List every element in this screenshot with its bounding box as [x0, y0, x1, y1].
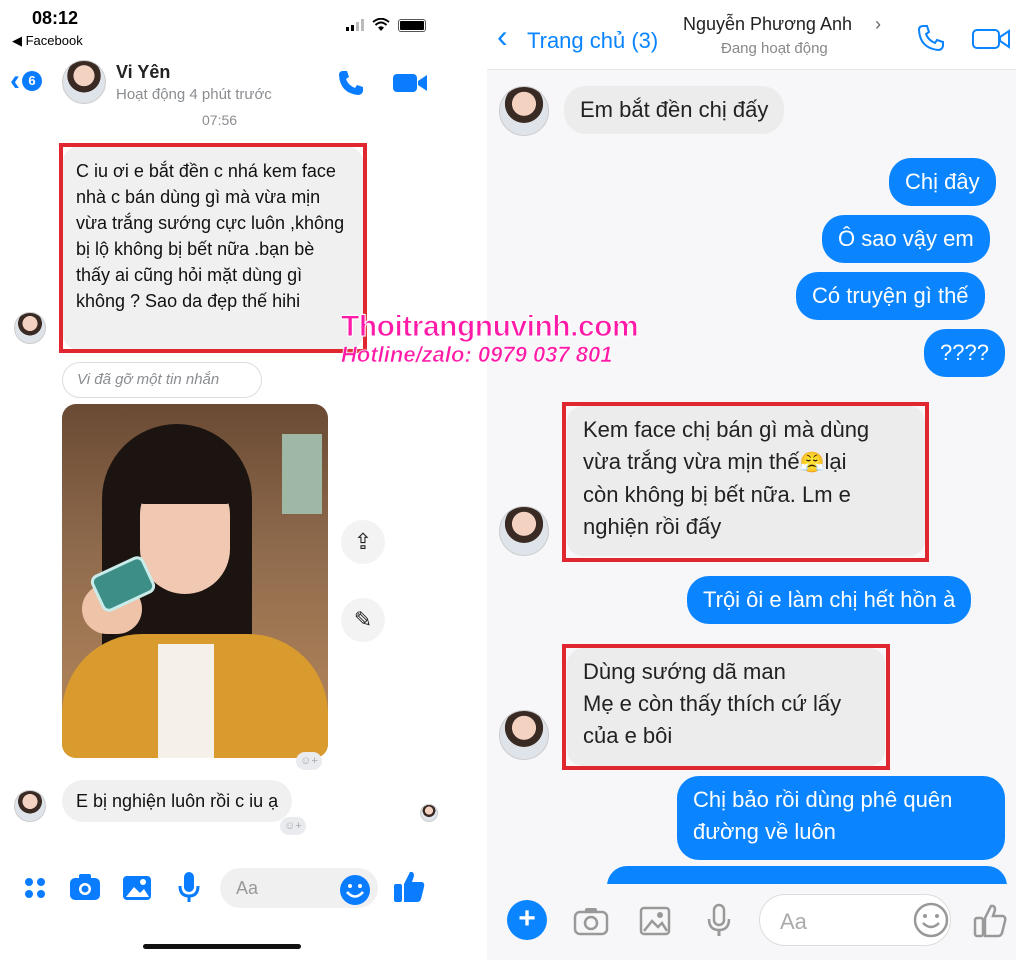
home-indicator: [143, 944, 301, 949]
unread-badge: 6: [22, 71, 42, 91]
message-input-placeholder: Aa: [780, 909, 807, 934]
chevron-right-icon[interactable]: ›: [875, 14, 881, 35]
contact-name[interactable]: Nguyễn Phương Anh: [683, 14, 852, 35]
thumbs-up-icon[interactable]: [392, 866, 426, 906]
message-bubble-outgoing[interactable]: Chị bảo rồi dùng phê quên đường về luôn: [677, 776, 1005, 860]
contact-activity-status: Đang hoạt động: [721, 40, 828, 57]
watermark-hotline: Hotline/zalo: 0979 037 801: [341, 342, 613, 368]
status-time: 08:12: [32, 8, 79, 28]
message-bubble-incoming[interactable]: E bị nghiện luôn rồi c iu ạ: [62, 780, 293, 822]
add-reaction-icon[interactable]: ☺+: [296, 752, 322, 770]
camera-icon[interactable]: [68, 866, 102, 906]
sender-avatar: [499, 710, 549, 760]
seen-avatar: [420, 804, 438, 822]
add-reaction-icon[interactable]: ☺+: [280, 817, 306, 835]
back-to-facebook-link[interactable]: ◀ Facebook: [12, 33, 83, 49]
image-gallery-icon[interactable]: [635, 900, 675, 940]
video-camera-icon[interactable]: [392, 70, 428, 96]
messenger-screen-left: 08:12 ◀ Facebook ‹ 6 Vi Yên Hoạt động 4 …: [0, 0, 487, 960]
chevron-left-icon: ‹: [10, 64, 20, 97]
photo-window: [282, 434, 322, 514]
message-bubble-outgoing[interactable]: Có truyện gì thế: [796, 272, 985, 320]
image-gallery-icon[interactable]: [120, 866, 154, 906]
photo-bangs: [136, 462, 234, 504]
watermark-site: Thoitrangnuvinh.com: [340, 310, 639, 344]
microphone-icon[interactable]: [699, 900, 739, 940]
chevron-left-icon[interactable]: ‹: [497, 18, 508, 55]
apps-grid-icon[interactable]: [18, 866, 52, 906]
composer-bar: Aa: [0, 866, 487, 912]
removed-message-notice: Vi đã gỡ một tin nhắn: [62, 362, 262, 398]
plus-icon[interactable]: +: [507, 900, 547, 940]
battery-icon: [398, 18, 426, 32]
photo-shirt: [158, 644, 214, 758]
message-bubble-outgoing[interactable]: ????: [924, 329, 1005, 377]
sender-avatar: [499, 506, 549, 556]
emoji-icon[interactable]: [911, 900, 951, 940]
phone-icon[interactable]: [915, 22, 947, 54]
contact-activity-status: Hoạt động 4 phút trước: [116, 86, 272, 103]
status-icons: [346, 18, 426, 32]
highlight-box: [562, 402, 929, 562]
emoji-icon[interactable]: [338, 870, 372, 910]
message-bubble-outgoing[interactable]: Trội ôi e làm chị hết hồn à: [687, 576, 972, 624]
sender-avatar: [499, 86, 549, 136]
message-bubble-incoming[interactable]: Em bắt đền chị đấy: [564, 86, 785, 134]
wifi-icon: [372, 18, 390, 31]
messenger-screen-right: ‹ Trang chủ (3) Nguyễn Phương Anh › Đang…: [487, 0, 1016, 960]
back-button[interactable]: ‹ 6: [10, 66, 42, 96]
phone-icon[interactable]: [336, 68, 366, 98]
message-bubble-outgoing[interactable]: Ô sao vậy em: [822, 215, 990, 263]
back-home-link[interactable]: Trang chủ (3): [527, 28, 658, 54]
camera-icon[interactable]: [571, 900, 611, 940]
shared-photo[interactable]: [62, 404, 328, 758]
composer-bar: + Aa: [487, 884, 1016, 960]
message-input-placeholder: Aa: [236, 878, 259, 898]
edit-pencil-icon[interactable]: ✎: [341, 598, 385, 642]
microphone-icon[interactable]: [172, 866, 206, 906]
contact-name[interactable]: Vi Yên: [116, 62, 170, 83]
message-line: đường về luôn: [693, 819, 836, 844]
sender-avatar: [14, 790, 46, 822]
sender-avatar: [14, 312, 46, 344]
thumbs-up-icon[interactable]: [971, 900, 1011, 940]
message-bubble-outgoing[interactable]: Chị đây: [889, 158, 996, 206]
message-line: Chị bảo rồi dùng phê quên: [693, 787, 953, 812]
signal-icon: [346, 19, 364, 31]
contact-avatar[interactable]: [62, 60, 106, 104]
highlight-box: [562, 644, 890, 770]
chat-header: ‹ Trang chủ (3) Nguyễn Phương Anh › Đang…: [487, 0, 1016, 70]
highlight-box: [59, 143, 367, 353]
video-camera-icon[interactable]: [971, 26, 1011, 52]
share-icon[interactable]: ⇪: [341, 520, 385, 564]
message-timestamp: 07:56: [202, 112, 238, 128]
